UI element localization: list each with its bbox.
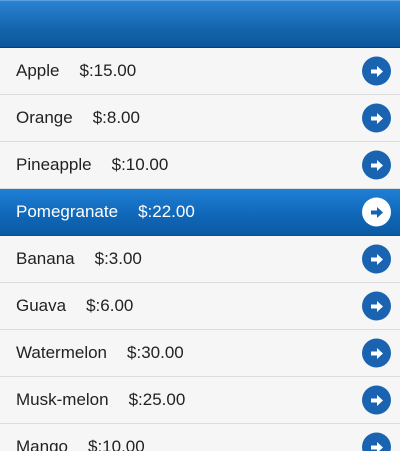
- item-price: $:22.00: [138, 202, 195, 221]
- item-name: Pomegranate: [16, 202, 119, 221]
- app-header: [0, 0, 400, 48]
- item-name: Musk-melon: [16, 390, 109, 409]
- arrow-right-icon[interactable]: [362, 150, 391, 180]
- list-item[interactable]: Guava $:6.00: [0, 283, 400, 330]
- item-name: Mango: [16, 437, 68, 451]
- list-item[interactable]: Apple $:15.00: [0, 48, 400, 95]
- item-price: $:10.00: [87, 437, 145, 451]
- list-item[interactable]: Mango $:10.00: [0, 424, 400, 451]
- list-item[interactable]: Orange $:8.00: [0, 95, 400, 142]
- list-item[interactable]: Watermelon $:30.00: [0, 330, 400, 377]
- item-name: Watermelon: [16, 343, 108, 362]
- item-price: $:6.00: [86, 296, 134, 315]
- arrow-right-icon[interactable]: [362, 56, 391, 86]
- list-item[interactable]: Musk-melon $:25.00: [0, 377, 400, 424]
- arrow-right-icon[interactable]: [362, 385, 391, 415]
- list-item[interactable]: Pineapple $:10.00: [0, 142, 400, 189]
- item-price: $:25.00: [128, 390, 186, 409]
- item-name: Guava: [16, 296, 67, 315]
- arrow-right-icon[interactable]: [362, 197, 391, 227]
- arrow-right-icon[interactable]: [362, 103, 391, 133]
- item-price: $:10.00: [111, 155, 169, 174]
- arrow-right-icon[interactable]: [362, 338, 391, 368]
- list-item[interactable]: Banana $:3.00: [0, 236, 400, 283]
- arrow-right-icon[interactable]: [362, 291, 391, 321]
- item-price: $:15.00: [79, 61, 137, 80]
- item-name: Apple: [16, 61, 60, 80]
- item-price: $:8.00: [92, 108, 140, 127]
- item-price: $:3.00: [94, 249, 142, 268]
- item-price: $:30.00: [127, 343, 184, 362]
- product-list: Apple $:15.00 Orange $:8.00 Pineapple $:…: [0, 48, 400, 451]
- item-name: Pineapple: [16, 155, 92, 174]
- item-name: Banana: [16, 249, 75, 268]
- arrow-right-icon[interactable]: [362, 244, 391, 274]
- item-name: Orange: [16, 108, 73, 127]
- list-item-selected[interactable]: Pomegranate $:22.00: [0, 189, 400, 236]
- arrow-right-icon[interactable]: [362, 432, 391, 451]
